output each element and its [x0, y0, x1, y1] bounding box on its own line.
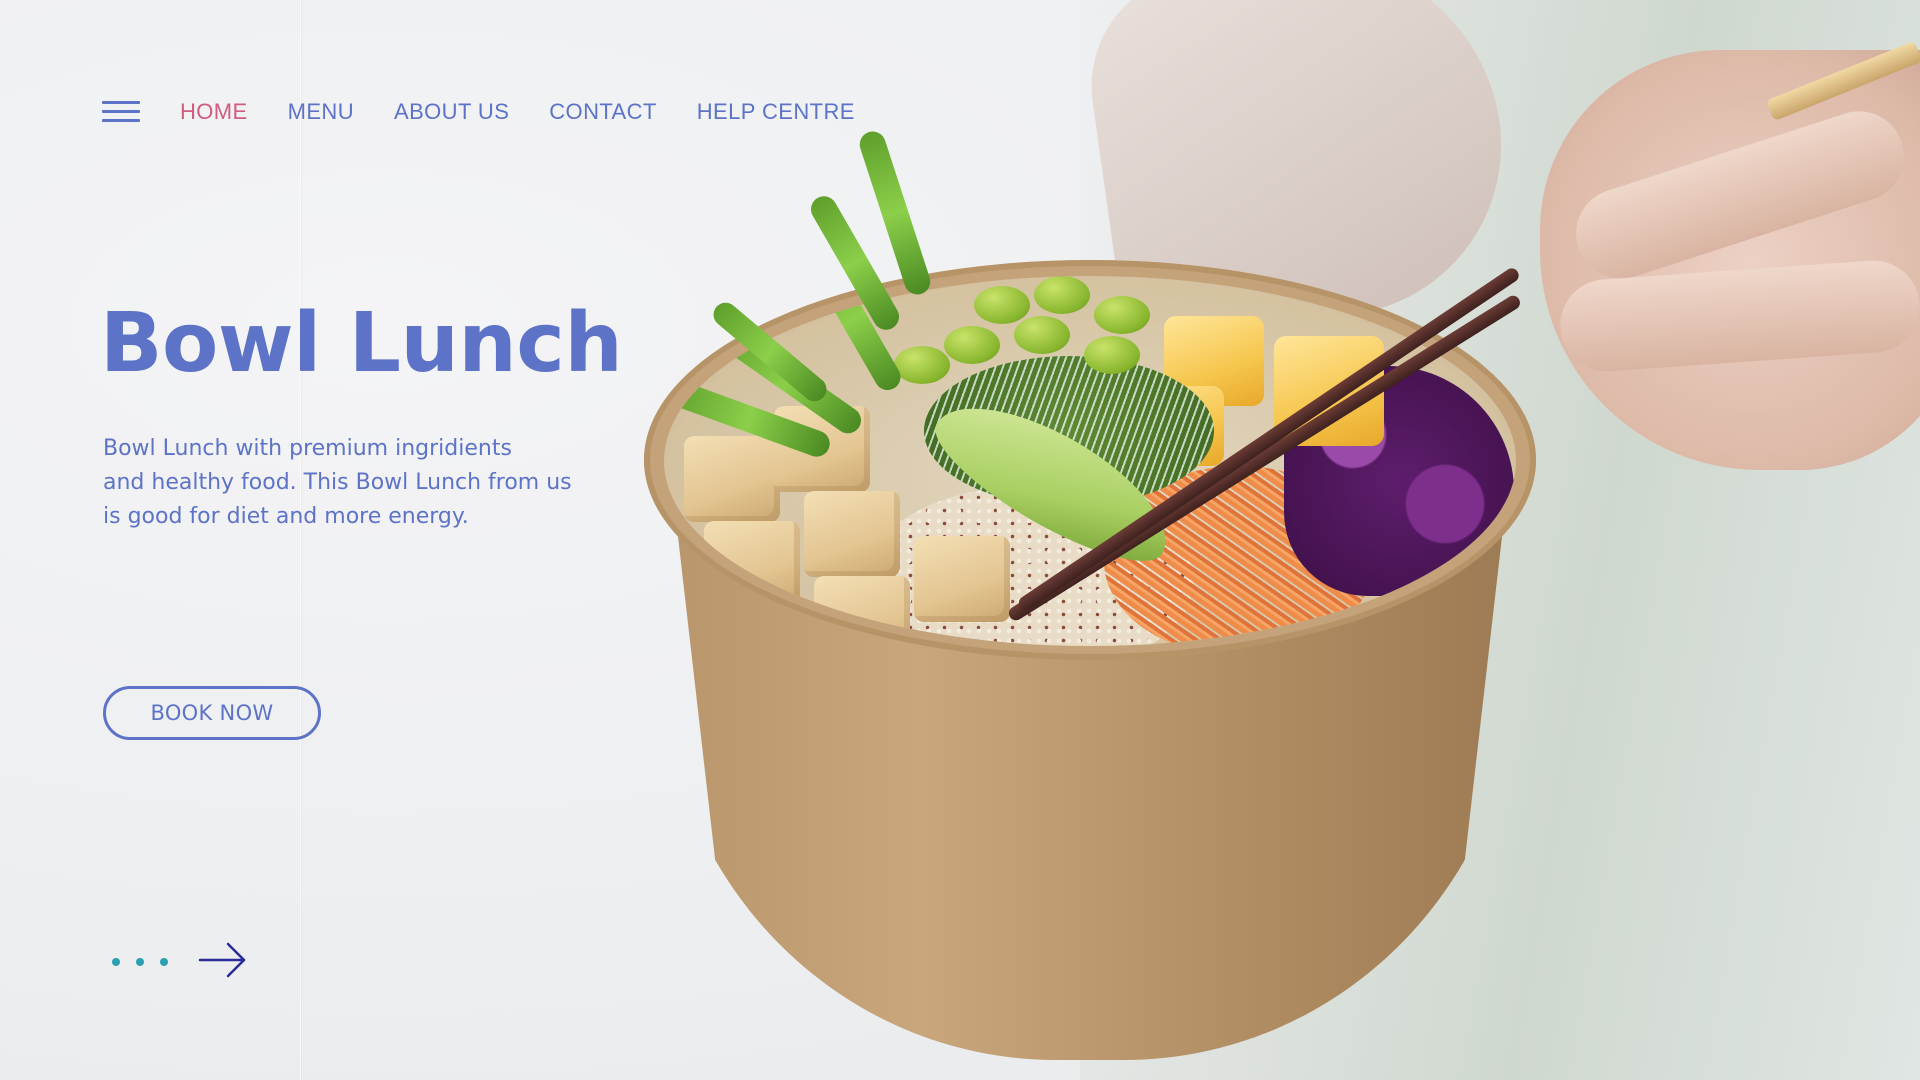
slide-pager — [112, 940, 248, 984]
edamame — [944, 326, 1000, 364]
pager-dot[interactable] — [160, 958, 168, 966]
nav-contact[interactable]: CONTACT — [549, 99, 657, 125]
bowl — [640, 260, 1540, 1060]
nav-help-centre[interactable]: HELP CENTRE — [697, 99, 855, 125]
hero-description-line: is good for diet and more energy. — [103, 504, 469, 529]
nav-home[interactable]: HOME — [180, 99, 248, 125]
pager-dot[interactable] — [136, 958, 144, 966]
top-nav: HOME MENU ABOUT US CONTACT HELP CENTRE — [102, 96, 895, 128]
tofu — [684, 436, 780, 522]
tofu — [814, 576, 910, 646]
arrow-right-icon[interactable] — [198, 940, 248, 984]
hero-description: Bowl Lunch with premium ingridients and … — [103, 432, 623, 534]
hero-title: Bowl Lunch — [100, 296, 623, 391]
edamame — [1034, 276, 1090, 314]
edamame — [1014, 316, 1070, 354]
edamame — [1094, 296, 1150, 334]
hero-description-line: Bowl Lunch with premium ingridients — [103, 436, 512, 461]
tofu — [704, 521, 800, 607]
edamame — [1084, 336, 1140, 374]
nav-menu[interactable]: MENU — [288, 99, 354, 125]
tofu — [804, 491, 900, 577]
panel-divider — [300, 0, 301, 1080]
book-now-button[interactable]: BOOK NOW — [103, 686, 321, 740]
pager-dot[interactable] — [112, 958, 120, 966]
bowl-contents — [664, 276, 1516, 646]
edamame — [974, 286, 1030, 324]
tofu — [914, 536, 1010, 622]
hamburger-menu-icon[interactable] — [102, 101, 140, 123]
nav-about-us[interactable]: ABOUT US — [394, 99, 509, 125]
edamame — [894, 346, 950, 384]
hero-description-line: and healthy food. This Bowl Lunch from u… — [103, 470, 572, 495]
